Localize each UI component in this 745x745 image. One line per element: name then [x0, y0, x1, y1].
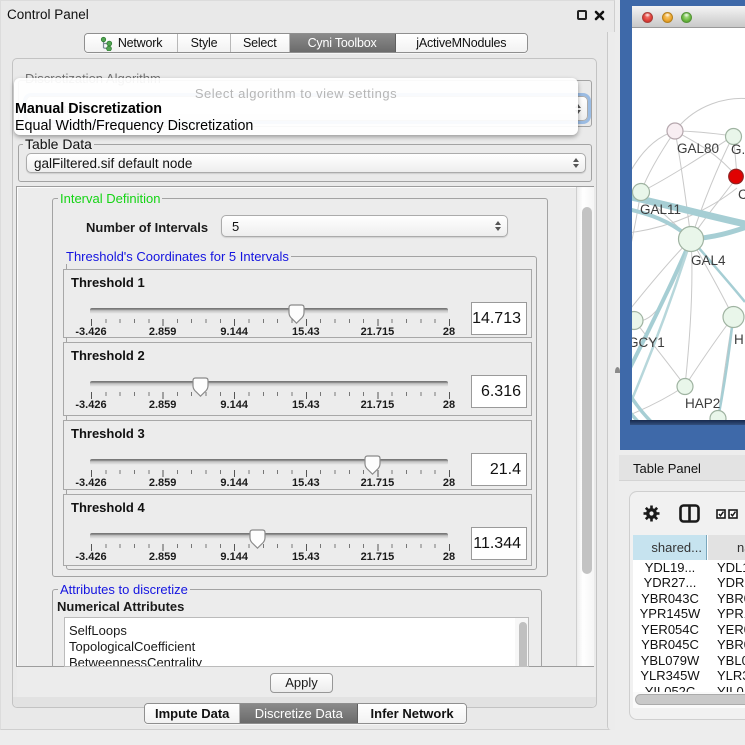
svg-text:GAL11: GAL11: [640, 202, 681, 217]
svg-text:H: H: [734, 332, 744, 347]
svg-text:G.: G.: [731, 142, 745, 157]
svg-text:GAL4: GAL4: [691, 253, 726, 268]
svg-text:HAP2: HAP2: [685, 396, 720, 411]
svg-text:GAL80: GAL80: [677, 141, 719, 156]
svg-text:C: C: [738, 187, 745, 202]
svg-text:GCY1: GCY1: [632, 335, 665, 350]
